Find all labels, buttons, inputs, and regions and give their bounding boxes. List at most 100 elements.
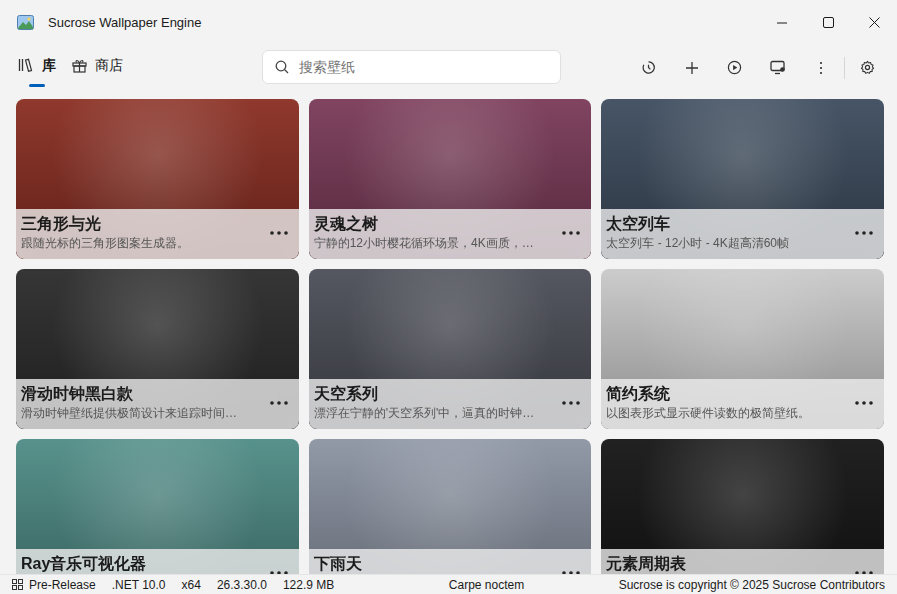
status-item: x64 <box>182 576 201 594</box>
wallpaper-card[interactable]: 滑动时钟黑白款滑动时钟壁纸提供极简设计来追踪时间… <box>16 269 299 429</box>
nav-tab-content: 商店 <box>72 55 123 76</box>
wallpaper-card[interactable]: 三角形与光跟随光标的三角形图案生成器。 <box>16 99 299 259</box>
wallpaper-preview <box>16 99 299 209</box>
card-text: 滑动时钟黑白款滑动时钟壁纸提供极简设计来追踪时间… <box>21 383 263 422</box>
wallpaper-card[interactable]: 灵魂之树宁静的12小时樱花循环场景，4K画质，… <box>309 99 592 259</box>
card-title: 简约系统 <box>606 383 848 405</box>
card-text: 灵魂之树宁静的12小时樱花循环场景，4K画质，… <box>314 213 556 252</box>
card-info: 灵魂之树宁静的12小时樱花循环场景，4K画质，… <box>309 209 592 259</box>
wallpaper-card[interactable]: 天空系列漂浮在宁静的'天空系列'中，逼真的时钟… <box>309 269 592 429</box>
card-more-button[interactable] <box>267 561 291 574</box>
card-title: 元素周期表 <box>606 553 848 574</box>
nav-tab[interactable]: 商店 <box>66 45 129 90</box>
wallpaper-preview <box>16 439 299 549</box>
wallpaper-card[interactable]: 元素周期表 <box>601 439 884 574</box>
card-info: 元素周期表 <box>601 549 884 574</box>
plus-icon <box>685 61 699 75</box>
card-description: 宁静的12小时樱花循环场景，4K画质，… <box>314 235 556 252</box>
card-description: 滑动时钟壁纸提供极简设计来追踪时间… <box>21 405 263 422</box>
wallpaper-preview <box>601 99 884 209</box>
status-item: Pre-Release <box>29 576 96 594</box>
maximize-icon <box>823 17 834 28</box>
card-more-button[interactable] <box>267 221 291 245</box>
ellipsis-icon <box>270 571 288 574</box>
tab-indicator <box>29 84 45 87</box>
settings-button[interactable] <box>847 45 887 90</box>
card-text: Ray音乐可视化器 <box>21 553 263 574</box>
card-more-button[interactable] <box>559 561 583 574</box>
status-bar: Pre-Release.NET 10.0x6426.3.30.0122.9 MB… <box>0 574 897 594</box>
close-button[interactable] <box>851 0 897 45</box>
wallpaper-preview <box>601 439 884 549</box>
history-button[interactable] <box>627 45 670 90</box>
more-button[interactable] <box>799 45 842 90</box>
history-icon <box>641 60 656 75</box>
wallpaper-card[interactable]: 太空列车太空列车 - 12小时 - 4K超高清60帧 <box>601 99 884 259</box>
search-box[interactable] <box>262 50 561 84</box>
maximize-button[interactable] <box>805 0 851 45</box>
app-logo-icon <box>17 15 34 30</box>
card-more-button[interactable] <box>852 561 876 574</box>
ellipsis-icon <box>562 401 580 405</box>
gift-icon <box>72 58 87 73</box>
nav-tab-label: 商店 <box>95 55 123 76</box>
play-button[interactable] <box>713 45 756 90</box>
toolbar-separator <box>844 57 845 79</box>
gear-icon <box>860 60 875 75</box>
wallpaper-card[interactable]: Ray音乐可视化器 <box>16 439 299 574</box>
ellipsis-icon <box>270 231 288 235</box>
display-icon <box>770 60 786 75</box>
copyright-text: Sucrose is copyright © 2025 Sucrose Cont… <box>619 576 885 594</box>
card-more-button[interactable] <box>559 391 583 415</box>
card-info: 简约系统以图表形式显示硬件读数的极简壁纸。 <box>601 379 884 429</box>
card-more-button[interactable] <box>852 221 876 245</box>
ellipsis-icon <box>562 571 580 574</box>
card-info: Ray音乐可视化器 <box>16 549 299 574</box>
card-description: 漂浮在宁静的'天空系列'中，逼真的时钟… <box>314 405 556 422</box>
card-text: 太空列车太空列车 - 12小时 - 4K超高清60帧 <box>606 213 848 252</box>
ellipsis-icon <box>855 401 873 405</box>
card-info: 下雨天 <box>309 549 592 574</box>
card-description: 跟随光标的三角形图案生成器。 <box>21 235 263 252</box>
wallpaper-preview <box>309 439 592 549</box>
nav-bar: 库 商店 <box>0 45 897 90</box>
search-input[interactable] <box>299 57 548 78</box>
nav-tab-label: 库 <box>42 55 56 76</box>
ellipsis-icon <box>270 401 288 405</box>
card-title: 天空系列 <box>314 383 556 405</box>
ellipsis-icon <box>562 231 580 235</box>
card-title: 下雨天 <box>314 553 556 574</box>
status-motto: Carpe noctem <box>449 576 524 594</box>
card-more-button[interactable] <box>559 221 583 245</box>
status-item: 122.9 MB <box>283 576 334 594</box>
card-title: 滑动时钟黑白款 <box>21 383 263 405</box>
wallpaper-preview <box>16 269 299 379</box>
card-more-button[interactable] <box>852 391 876 415</box>
card-text: 三角形与光跟随光标的三角形图案生成器。 <box>21 213 263 252</box>
tab-list: 库 商店 <box>0 45 129 90</box>
card-title: 三角形与光 <box>21 213 263 235</box>
play-icon <box>727 60 742 75</box>
wallpaper-library: 三角形与光跟随光标的三角形图案生成器。 灵魂之树宁静的12小时樱花循环场景，4K画… <box>0 90 897 574</box>
card-info: 三角形与光跟随光标的三角形图案生成器。 <box>16 209 299 259</box>
wallpaper-card[interactable]: 简约系统以图表形式显示硬件读数的极简壁纸。 <box>601 269 884 429</box>
card-text: 天空系列漂浮在宁静的'天空系列'中，逼真的时钟… <box>314 383 556 422</box>
card-info: 天空系列漂浮在宁静的'天空系列'中，逼真的时钟… <box>309 379 592 429</box>
minimize-icon <box>777 18 787 28</box>
display-button[interactable] <box>756 45 799 90</box>
card-more-button[interactable] <box>267 391 291 415</box>
title-bar: Sucrose Wallpaper Engine <box>0 0 897 45</box>
app-window: Sucrose Wallpaper Engine 库 商店 <box>0 0 897 594</box>
add-button[interactable] <box>670 45 713 90</box>
ellipsis-icon <box>855 571 873 574</box>
card-title: 太空列车 <box>606 213 848 235</box>
build-icon <box>12 579 23 590</box>
window-title: Sucrose Wallpaper Engine <box>48 13 201 33</box>
wallpaper-card[interactable]: 下雨天 <box>309 439 592 574</box>
minimize-button[interactable] <box>759 0 805 45</box>
library-icon <box>18 58 34 72</box>
nav-tab[interactable]: 库 <box>12 45 62 90</box>
card-text: 下雨天 <box>314 553 556 574</box>
card-title: 灵魂之树 <box>314 213 556 235</box>
